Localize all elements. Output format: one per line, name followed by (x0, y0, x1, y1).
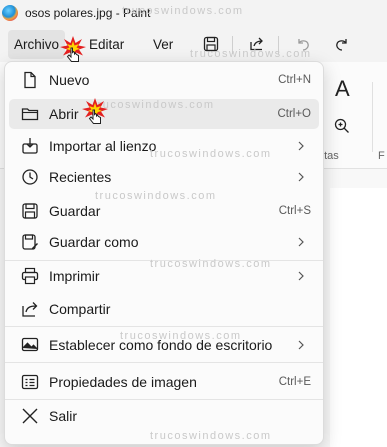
new-file-icon (24, 71, 36, 89)
redo-button[interactable] (329, 31, 355, 57)
window-title: osos polares.jpg - Paint (25, 6, 151, 20)
menu-item-recientes[interactable]: Recientes (9, 162, 319, 192)
chevron-right-icon (298, 271, 304, 281)
menu-item-label: Imprimir (49, 268, 100, 284)
menu-item-guardar[interactable]: Guardar Ctrl+S (9, 196, 319, 226)
ribbon-group-label: F (378, 150, 385, 162)
menu-item-importar-al-lienzo[interactable]: Importar al lienzo (9, 131, 319, 161)
menu-item-salir[interactable]: Salir (9, 401, 319, 431)
chevron-right-icon (298, 237, 304, 247)
import-icon (22, 138, 38, 154)
wallpaper-icon (21, 337, 39, 352)
click-indicator-icon (82, 98, 108, 124)
menu-item-label: Compartir (49, 301, 111, 317)
text-tool-button[interactable]: A (335, 76, 350, 102)
menu-item-propiedades[interactable]: Propiedades de imagen Ctrl+E (9, 367, 319, 397)
menu-bar: Archivo Editar Ver (0, 26, 387, 62)
toolbar-divider (278, 36, 279, 54)
title-bar: osos polares.jpg - Paint (0, 0, 387, 26)
redo-icon (336, 39, 347, 51)
menu-item-label: Salir (49, 408, 78, 424)
zoom-icon[interactable] (334, 118, 350, 134)
undo-icon (298, 39, 309, 51)
save-toolbar-button[interactable] (198, 31, 224, 57)
save-icon (203, 36, 219, 52)
menu-item-label: Abrir (49, 106, 79, 122)
shortcut-label: Ctrl+E (278, 376, 311, 388)
menu-item-abrir[interactable]: Abrir Ctrl+O (9, 99, 319, 129)
chevron-right-icon (298, 172, 304, 182)
shortcut-label: Ctrl+O (277, 108, 311, 120)
menu-item-label: Establecer como fondo de escritorio (49, 337, 273, 353)
menu-separator (5, 362, 323, 363)
printer-icon (21, 267, 39, 285)
properties-icon (21, 374, 39, 390)
menu-separator (5, 326, 323, 327)
undo-button[interactable] (290, 31, 316, 57)
menu-item-label: Propiedades de imagen (49, 374, 197, 390)
tab-editar[interactable]: Editar (83, 30, 130, 59)
paint-app-icon (2, 5, 18, 21)
save-as-icon (22, 234, 38, 250)
share-icon (250, 37, 263, 51)
menu-separator (5, 399, 323, 400)
menu-item-compartir[interactable]: Compartir (9, 294, 319, 324)
tab-ver[interactable]: Ver (147, 30, 179, 59)
menu-item-imprimir[interactable]: Imprimir (9, 261, 319, 291)
menu-item-establecer-fondo[interactable]: Establecer como fondo de escritorio (9, 330, 319, 360)
share-toolbar-button[interactable] (244, 31, 270, 57)
toolbar-divider (232, 36, 233, 54)
shortcut-label: Ctrl+N (278, 74, 311, 86)
clock-icon (22, 169, 38, 185)
folder-icon (21, 108, 39, 121)
menu-item-label: Guardar (49, 203, 101, 219)
close-icon (22, 408, 38, 424)
menu-item-nuevo[interactable]: Nuevo Ctrl+N (9, 65, 319, 95)
save-icon (22, 203, 38, 219)
file-menu: Nuevo Ctrl+N Abrir Ctrl+O Importar al li… (4, 61, 324, 445)
menu-item-label: Recientes (49, 169, 112, 185)
share-icon (22, 302, 38, 317)
click-indicator-icon (60, 36, 86, 62)
ribbon-divider (372, 82, 373, 152)
drawing-canvas[interactable] (330, 188, 387, 447)
chevron-right-icon (298, 141, 304, 151)
chevron-right-icon (298, 340, 304, 350)
menu-item-label: Nuevo (49, 72, 90, 88)
menu-item-label: Guardar como (49, 234, 139, 250)
shortcut-label: Ctrl+S (278, 205, 311, 217)
menu-item-guardar-como[interactable]: Guardar como (9, 227, 319, 257)
menu-item-label: Importar al lienzo (49, 138, 157, 154)
tab-archivo[interactable]: Archivo (8, 30, 66, 59)
